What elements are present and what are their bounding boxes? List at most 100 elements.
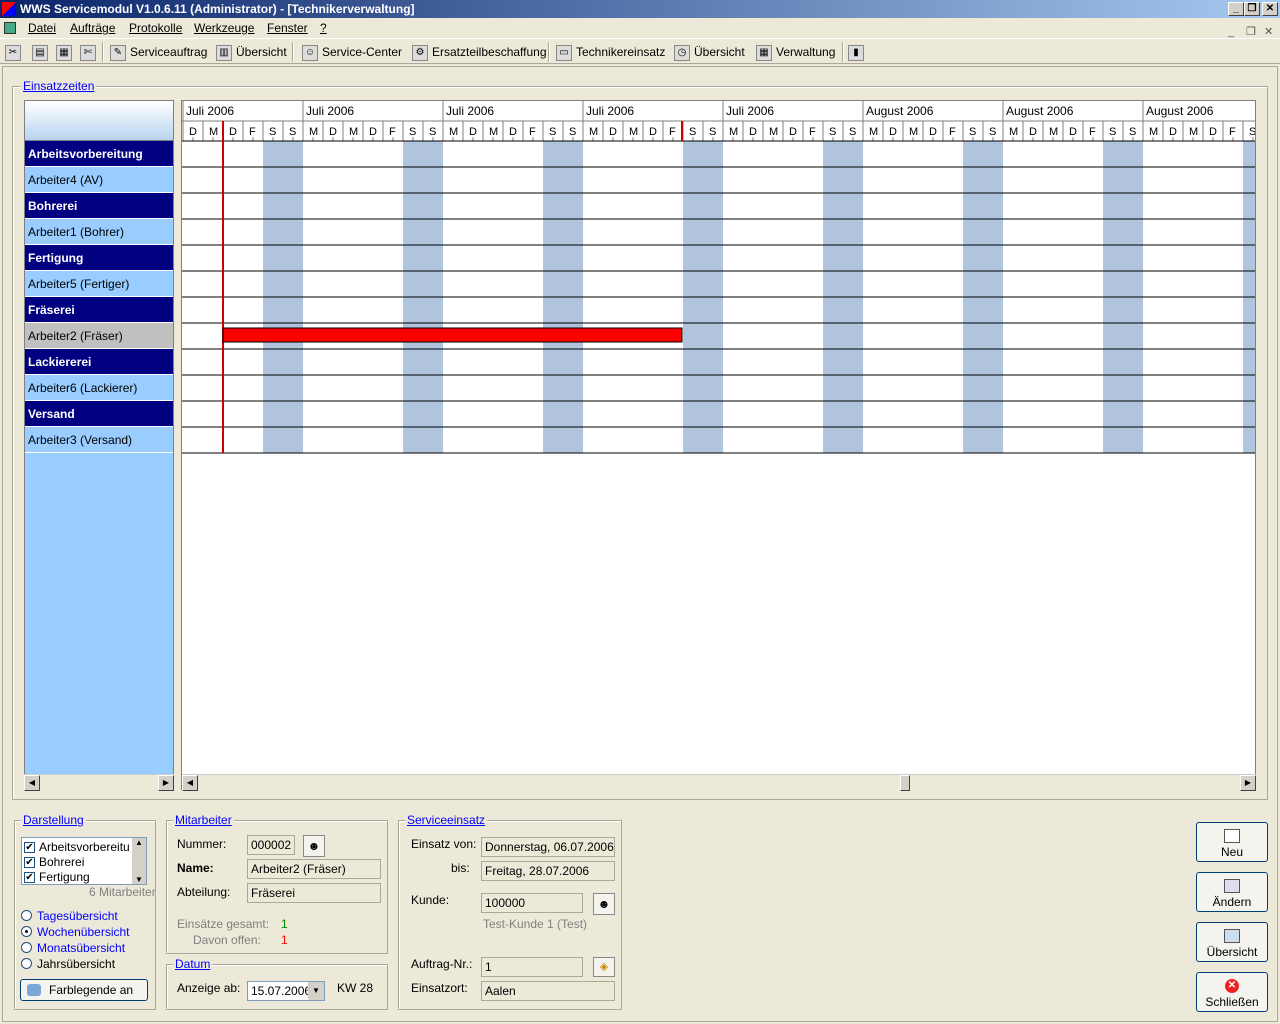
- employee-row-label[interactable]: Arbeiter2 (Fräser): [25, 323, 173, 349]
- radio-wochenuebersicht[interactable]: [21, 926, 32, 937]
- minimize-button[interactable]: _: [1228, 2, 1244, 16]
- scroll-left-icon[interactable]: ◀: [182, 775, 198, 791]
- einsatz-von-field[interactable]: Donnerstag, 06.07.2006: [481, 837, 615, 857]
- neu-button[interactable]: Neu: [1196, 822, 1268, 862]
- list-item[interactable]: ✔ Bohrerei: [24, 855, 84, 870]
- checkbox[interactable]: ✔: [24, 842, 35, 854]
- month-label: Juli 2006: [186, 104, 234, 118]
- name-field[interactable]: Arbeiter2 (Fräser): [247, 859, 381, 879]
- lookup-employee-button[interactable]: ☻: [303, 835, 325, 857]
- abteilung-label: Abteilung:: [177, 885, 231, 899]
- auftrag-field[interactable]: 1: [481, 957, 583, 977]
- einsatz-bis-field[interactable]: Freitag, 28.07.2006: [481, 861, 615, 881]
- list-item[interactable]: ✔ Fertigung: [24, 870, 90, 885]
- book-icon[interactable]: ▮: [848, 43, 868, 61]
- day-label: D: [929, 126, 937, 138]
- anzeige-date-picker[interactable]: 15.07.2006 ▼: [247, 981, 325, 1001]
- day-label: M: [449, 126, 458, 138]
- tools-icon[interactable]: ✂: [5, 43, 25, 61]
- scroll-right-icon[interactable]: ▶: [1240, 775, 1256, 791]
- checkbox[interactable]: ✔: [24, 872, 35, 884]
- employee-row-label[interactable]: Arbeiter6 (Lackierer): [25, 375, 173, 401]
- order-lookup-icon: ◈: [599, 961, 609, 973]
- title-bar: WWS Servicemodul V1.0.6.11 (Administrato…: [0, 0, 1280, 18]
- person-search-icon: ☻: [307, 839, 321, 853]
- department-row-label[interactable]: Arbeitsvorbereitung: [25, 141, 173, 167]
- radio-monatsuebersicht-label[interactable]: Monatsübersicht: [37, 941, 125, 955]
- radio-monatsuebersicht[interactable]: [21, 942, 32, 953]
- department-row-label[interactable]: Versand: [25, 401, 173, 427]
- lookup-order-button[interactable]: ◈: [593, 957, 615, 977]
- chevron-down-icon[interactable]: ▼: [308, 982, 324, 1000]
- uebersicht-button[interactable]: Übersicht: [1196, 922, 1268, 962]
- day-label: M: [729, 126, 738, 138]
- radio-tagesuebersicht[interactable]: [21, 910, 32, 921]
- scroll-right-icon[interactable]: ▶: [158, 775, 174, 791]
- radio-jahrsuebersicht-label[interactable]: Jahrsübersicht: [37, 957, 115, 971]
- day-label: S: [269, 126, 276, 138]
- list-item[interactable]: ✔ Arbeitsvorbereitu: [24, 840, 130, 855]
- toolbar-uebersicht-2[interactable]: ◷ Übersicht: [674, 43, 745, 61]
- einsatzort-field[interactable]: Aalen: [481, 981, 615, 1001]
- scroll-up-icon[interactable]: ▲: [132, 838, 146, 847]
- gantt-hscrollbar[interactable]: ◀ ▶: [182, 774, 1256, 791]
- checkbox[interactable]: ✔: [24, 857, 35, 869]
- kw-label: KW 28: [337, 981, 374, 995]
- new-order-icon[interactable]: ▤: [32, 43, 52, 61]
- close-button[interactable]: ✕: [1262, 2, 1278, 16]
- menu-werkzeuge[interactable]: Werkzeuge: [194, 18, 254, 38]
- toolbar-verwaltung[interactable]: ▦ Verwaltung: [756, 43, 835, 61]
- restore-button[interactable]: ❐: [1244, 2, 1260, 16]
- radio-tagesuebersicht-label[interactable]: Tagesübersicht: [37, 909, 118, 923]
- toolbar-serviceauftrag[interactable]: ✎ Serviceauftrag: [110, 43, 207, 61]
- toolbar-ersatzteilbeschaffung[interactable]: ⚙ Ersatzteilbeschaffung: [412, 43, 547, 61]
- department-row-label[interactable]: Bohrerei: [25, 193, 173, 219]
- toolbar-uebersicht-1[interactable]: ▥ Übersicht: [216, 43, 287, 61]
- employee-row-label[interactable]: Arbeiter4 (AV): [25, 167, 173, 193]
- day-label: D: [1029, 126, 1037, 138]
- farblegende-button[interactable]: Farblegende an: [20, 979, 148, 1001]
- department-row-label[interactable]: Lackiererei: [25, 349, 173, 375]
- abteilung-field[interactable]: Fräserei: [247, 883, 381, 903]
- schliessen-button[interactable]: ✕ Schließen: [1196, 972, 1268, 1012]
- scroll-thumb[interactable]: [900, 775, 910, 791]
- day-label: S: [829, 126, 836, 138]
- menu-auftraege[interactable]: Aufträge: [70, 18, 115, 38]
- day-label: D: [229, 126, 237, 138]
- scroll-left-icon[interactable]: ◀: [24, 775, 40, 791]
- radio-wochenuebersicht-label[interactable]: Wochenübersicht: [37, 925, 130, 939]
- app-icon: [2, 2, 16, 16]
- datum-label: Datum: [173, 957, 213, 971]
- day-label: S: [969, 126, 976, 138]
- darstellung-list[interactable]: ✔ Arbeitsvorbereitu ✔ Bohrerei ✔ Fertigung …: [21, 837, 147, 885]
- list-scrollbar[interactable]: ▲ ▼: [132, 838, 146, 884]
- menu-fenster[interactable]: Fenster: [267, 18, 308, 38]
- radio-jahrsuebersicht[interactable]: [21, 958, 32, 969]
- pencil-icon: ✎: [110, 44, 126, 61]
- gantt-chart[interactable]: Juli 2006 Juli 2006 Juli 2006 Juli 2006 Juli…: [181, 100, 1256, 790]
- aendern-button[interactable]: Ändern: [1196, 872, 1268, 912]
- darstellung-group: Darstellung ✔ Arbeitsvorbereitu ✔ Bohrerei…: [14, 813, 156, 1010]
- lookup-customer-button[interactable]: ☻: [593, 893, 615, 915]
- menu-datei[interactable]: Datei: [28, 18, 56, 38]
- darstellung-label: Darstellung: [21, 813, 86, 827]
- einsatz-von-label: Einsatz von:: [411, 837, 477, 851]
- grid-icon: ▦: [756, 44, 772, 61]
- menu-help[interactable]: ?: [320, 18, 327, 38]
- department-row-label[interactable]: Fertigung: [25, 245, 173, 271]
- new-document-icon: [1224, 829, 1240, 843]
- department-row-label[interactable]: Fräserei: [25, 297, 173, 323]
- kunde-field[interactable]: 100000: [481, 893, 583, 913]
- employee-row-label[interactable]: Arbeiter3 (Versand): [25, 427, 173, 453]
- nummer-field[interactable]: 000002: [247, 835, 295, 855]
- menu-protokolle[interactable]: Protokolle: [129, 18, 182, 38]
- resource-hscrollbar[interactable]: ◀ ▶: [24, 774, 174, 791]
- scroll-down-icon[interactable]: ▼: [132, 875, 146, 884]
- toolbar-service-center[interactable]: ☺ Service-Center: [302, 43, 402, 61]
- toolbar-technikereinsatz[interactable]: ▭ Technikereinsatz: [556, 43, 665, 61]
- list-icon[interactable]: ▦: [56, 43, 76, 61]
- employee-row-label[interactable]: Arbeiter5 (Fertiger): [25, 271, 173, 297]
- einsatz-bar: [222, 327, 683, 343]
- employee-row-label[interactable]: Arbeiter1 (Bohrer): [25, 219, 173, 245]
- cut-icon[interactable]: ✄: [80, 43, 100, 61]
